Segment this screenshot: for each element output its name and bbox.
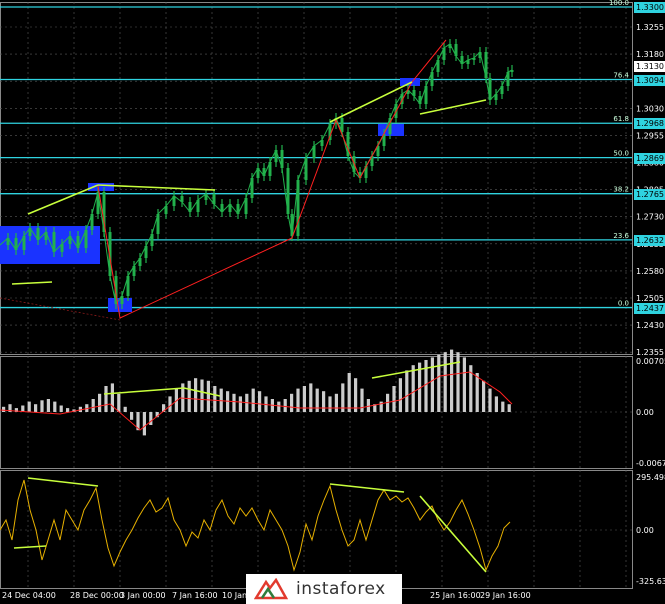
- macd-bar: [411, 365, 415, 412]
- macd-bar: [482, 380, 486, 412]
- price-tick-label: 1.3255: [636, 23, 664, 32]
- macd-bar: [53, 401, 57, 412]
- time-tick-label: 7 Jan 16:00: [172, 591, 218, 600]
- macd-bar: [494, 396, 498, 412]
- fib-price-badge: 1.2632: [634, 234, 665, 246]
- macd-bar: [290, 393, 294, 412]
- macd-bar: [507, 404, 511, 412]
- macd-bar: [430, 357, 434, 412]
- fib-level-label: 23.6: [613, 232, 629, 240]
- macd-bar: [46, 399, 50, 412]
- fib-level-label: 38.2: [613, 186, 629, 194]
- trading-chart-window: 1.32551.31801.31051.30301.29551.28801.28…: [0, 0, 665, 604]
- macd-bar: [27, 401, 31, 412]
- time-tick-label: 10 Jan: [222, 591, 247, 600]
- current-price-badge: 1.3130: [634, 61, 665, 72]
- macd-bar: [213, 386, 217, 412]
- fib-level-label: 0.0: [618, 300, 629, 308]
- macd-bar: [200, 379, 204, 412]
- macd-bar: [398, 378, 402, 412]
- time-tick-label: 3 Jan 00:00: [120, 591, 166, 600]
- macd-bar: [462, 357, 466, 412]
- watermark-text: instaforex: [296, 579, 386, 599]
- fib-price-badge: 1.2437: [634, 302, 665, 314]
- macd-bar: [34, 404, 38, 412]
- macd-bar: [149, 412, 153, 425]
- macd-bar: [130, 412, 134, 420]
- time-tick-label: 24 Dec 04:00: [2, 591, 56, 600]
- fib-price-badge: 1.2765: [634, 188, 665, 200]
- macd-bar: [354, 378, 358, 412]
- macd-bar: [40, 400, 44, 412]
- macd-bar: [277, 401, 281, 412]
- fib-level-label: 100.0: [609, 0, 629, 7]
- macd-bar: [59, 405, 63, 412]
- price-tick-label: 1.2430: [636, 321, 664, 330]
- macd-bar: [334, 393, 338, 412]
- macd-bar: [475, 373, 479, 412]
- macd-bar: [488, 388, 492, 412]
- macd-bar: [405, 370, 409, 412]
- macd-bar: [392, 386, 396, 412]
- macd-bar: [168, 396, 172, 412]
- macd-bar: [443, 352, 447, 412]
- macd-bar: [328, 396, 332, 412]
- macd-bar: [347, 373, 351, 412]
- macd-bar: [104, 386, 108, 412]
- macd-tick-label: 0.00705: [636, 357, 665, 366]
- macd-tick-label: -0.00677: [636, 459, 665, 468]
- time-tick-label: 29 Jan 16:00: [480, 591, 531, 600]
- macd-bar: [456, 352, 460, 412]
- cci-tick-label: 295.4989: [636, 473, 665, 482]
- chart-background: [0, 0, 665, 604]
- fib-level-label: 50.0: [613, 150, 629, 158]
- fib-price-badge: 1.3300: [634, 2, 665, 13]
- macd-bar: [232, 393, 236, 412]
- fib-price-badge: 1.2968: [634, 118, 665, 130]
- macd-bar: [437, 354, 441, 412]
- price-tick-label: 1.3030: [636, 104, 664, 113]
- macd-bar: [360, 388, 364, 412]
- cci-tick-label: -325.630: [636, 577, 665, 586]
- price-tick-label: 1.2730: [636, 213, 664, 222]
- price-tick-label: 1.2580: [636, 267, 664, 276]
- macd-bar: [206, 380, 210, 412]
- macd-bar: [501, 401, 505, 412]
- macd-bar: [283, 399, 287, 412]
- macd-bar: [142, 412, 146, 436]
- price-tick-label: 1.3180: [636, 50, 664, 59]
- watermark: instaforex: [246, 574, 402, 604]
- time-tick-label: 28 Dec 00:00: [70, 591, 124, 600]
- instaforex-logo-icon: [254, 578, 288, 600]
- fib-price-badge: 1.2869: [634, 152, 665, 164]
- macd-tick-label: 0.00: [636, 408, 654, 417]
- macd-bar: [366, 399, 370, 412]
- macd-bar: [258, 391, 262, 412]
- macd-bar: [66, 408, 70, 412]
- fib-level-label: 61.8: [613, 115, 629, 123]
- macd-bar: [296, 388, 300, 412]
- macd-bar: [187, 380, 191, 412]
- fib-price-badge: 1.3094: [634, 74, 665, 86]
- fib-level-label: 76.4: [613, 72, 629, 80]
- macd-bar: [91, 399, 95, 412]
- macd-bar: [2, 406, 6, 412]
- cci-tick-label: 0.00: [636, 526, 654, 535]
- macd-bar: [450, 349, 454, 412]
- macd-bar: [322, 391, 326, 412]
- macd-bar: [117, 393, 121, 412]
- macd-bar: [238, 396, 242, 412]
- price-chart[interactable]: 1.32551.31801.31051.30301.29551.28801.28…: [0, 0, 665, 604]
- macd-bar: [98, 393, 102, 412]
- macd-bar: [123, 406, 127, 412]
- price-tick-label: 1.2355: [636, 348, 664, 357]
- time-tick-label: 25 Jan 16:00: [430, 591, 481, 600]
- macd-bar: [251, 388, 255, 412]
- macd-bar: [194, 378, 198, 412]
- price-tick-label: 1.2955: [636, 131, 664, 140]
